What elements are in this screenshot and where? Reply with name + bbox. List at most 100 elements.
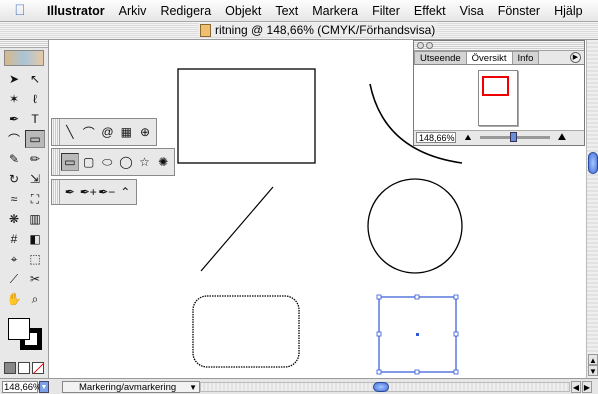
rectangle-shape[interactable]	[177, 68, 316, 164]
rounded-rectangle-shape[interactable]	[192, 295, 300, 368]
navigator-preview[interactable]	[414, 65, 584, 131]
blend-icon: ⬚	[29, 252, 41, 266]
menu-text[interactable]: Text	[268, 0, 305, 22]
scroll-right-arrow-icon[interactable]: ▶	[582, 381, 592, 393]
zoom-dropdown-icon[interactable]: ▼	[39, 381, 49, 393]
toolbox-titlebar[interactable]	[0, 40, 48, 48]
fly-pen-tool-3[interactable]: ⌃	[117, 183, 135, 201]
fill-stroke-control	[4, 316, 44, 356]
zoom-tool[interactable]: ⌕	[25, 290, 45, 308]
type-tool[interactable]: T	[25, 110, 45, 128]
menu-objekt[interactable]: Objekt	[218, 0, 268, 22]
fly-pen-tool-2[interactable]: ✒−	[98, 183, 116, 201]
toolbox-logo[interactable]	[4, 50, 44, 66]
gradient-mode-button[interactable]	[18, 362, 30, 374]
navigator-slider-thumb[interactable]	[510, 132, 517, 142]
graph-tool[interactable]: ▥	[25, 210, 45, 228]
warp-tool[interactable]: ≈	[4, 190, 24, 208]
selected-rectangle[interactable]	[376, 294, 459, 375]
navigator-zoom-field[interactable]: 148,66%	[416, 132, 456, 143]
free-transform-tool[interactable]: ⛶	[25, 190, 45, 208]
pencil-icon: ✏	[29, 152, 41, 166]
navigator-zoom-slider[interactable]	[480, 132, 550, 142]
fly-shape-tool-5[interactable]: ✺	[154, 153, 172, 171]
menu-fonster[interactable]: Fönster	[491, 0, 547, 22]
menu-hjalp[interactable]: Hjälp	[547, 0, 590, 22]
zoom-in-icon[interactable]: ⛰	[553, 132, 571, 143]
zoom-level-field[interactable]: 148,66%	[2, 381, 42, 393]
pen-tool[interactable]: ✒	[4, 110, 24, 128]
scissors-tool[interactable]: ✂	[25, 270, 45, 288]
document-title-text: ritning @ 148,66% (CMYK/Förhandsvisa)	[215, 23, 436, 37]
fly-shape-tool-4[interactable]: ☆	[136, 153, 154, 171]
slice-tool[interactable]: ⟋	[4, 270, 24, 288]
menu-filter[interactable]: Filter	[365, 0, 407, 22]
fly-shape-tool-1[interactable]: ▢	[80, 153, 98, 171]
scale-tool[interactable]: ⇲	[25, 170, 45, 188]
fly-shape-tool-2[interactable]: ⬭	[98, 153, 116, 171]
tab-oversikt[interactable]: Översikt	[465, 51, 513, 64]
menu-redigera[interactable]: Redigera	[153, 0, 218, 22]
navigator-view-box[interactable]	[482, 76, 509, 96]
eyedropper-icon: ⌖	[10, 251, 18, 266]
ellipse-shape[interactable]	[367, 178, 463, 274]
rotate-icon: ↻	[8, 172, 20, 186]
pen-tools-flyout: ✒ ✒+ ✒− ⌃	[51, 179, 137, 205]
symbol-sprayer-tool[interactable]: ❋	[4, 210, 24, 228]
close-icon[interactable]	[417, 42, 424, 49]
fill-swatch[interactable]	[8, 318, 30, 340]
lasso-tool[interactable]: ℓ	[25, 90, 45, 108]
arc-tool[interactable]: ⌒	[4, 130, 24, 148]
fly-pen-tool-1[interactable]: ✒+	[80, 183, 98, 201]
fly-line-tool-0[interactable]: ╲	[61, 123, 79, 141]
gradient-tool[interactable]: ◧	[25, 230, 45, 248]
blend-tool[interactable]: ⬚	[25, 250, 45, 268]
horizontal-scrollbar[interactable]	[200, 382, 570, 392]
paintbrush-tool[interactable]: ✎	[4, 150, 24, 168]
rectangle-tool[interactable]: ▭	[25, 130, 45, 148]
hand-tool[interactable]: ✋	[4, 290, 24, 308]
tab-utseende[interactable]: Utseende	[414, 51, 467, 64]
menu-arkiv[interactable]: Arkiv	[112, 0, 154, 22]
zoom-out-icon[interactable]: ⛰	[459, 133, 477, 143]
status-selector[interactable]: Markering/avmarkering ▼	[62, 381, 200, 393]
fly-shape-tool-3[interactable]: ◯	[117, 153, 135, 171]
document-title-bar[interactable]: ritning @ 148,66% (CMYK/Förhandsvisa)	[0, 22, 598, 40]
menu-markera[interactable]: Markera	[305, 0, 365, 22]
rotate-tool[interactable]: ↻	[4, 170, 24, 188]
pencil-tool[interactable]: ✏	[25, 150, 45, 168]
tab-info[interactable]: Info	[511, 51, 540, 64]
document-icon	[200, 23, 211, 37]
vertical-scrollbar[interactable]: ▲ ▼	[586, 40, 598, 378]
vertical-scroll-thumb[interactable]	[588, 152, 598, 174]
mesh-tool[interactable]: #	[4, 230, 24, 248]
none-mode-button[interactable]	[32, 362, 44, 374]
scroll-left-arrow-icon[interactable]: ◀	[571, 381, 581, 393]
fly-pen-tool-0[interactable]: ✒	[61, 183, 79, 201]
selection-tool[interactable]: ➤	[4, 70, 24, 88]
navigator-titlebar[interactable]	[414, 41, 584, 51]
fly-line-tool-2[interactable]: @	[99, 123, 117, 141]
symbol-sprayer-icon: ❋	[8, 212, 20, 226]
color-mode-button[interactable]	[4, 362, 16, 374]
eyedropper-tool[interactable]: ⌖	[4, 250, 24, 268]
fly-shape-tool-0[interactable]: ▭	[61, 153, 79, 171]
slice-icon: ⟋	[9, 271, 19, 286]
document-title: ritning @ 148,66% (CMYK/Förhandsvisa)	[198, 23, 438, 37]
horizontal-scroll-thumb[interactable]	[373, 382, 389, 392]
menu-app-name[interactable]: Illustrator	[40, 0, 112, 22]
panel-menu-icon[interactable]: ▶	[570, 52, 581, 63]
fly-line-tool-3[interactable]: ▦	[117, 123, 135, 141]
fly-line-tool-4[interactable]: ⊕	[136, 123, 154, 141]
apple-icon[interactable]: 	[0, 2, 40, 19]
scroll-down-arrow-icon[interactable]: ▼	[588, 365, 598, 376]
collapse-icon[interactable]	[426, 42, 433, 49]
line-shape[interactable]	[200, 186, 274, 272]
menu-effekt[interactable]: Effekt	[407, 0, 453, 22]
zoom-icon: ⌕	[31, 291, 39, 306]
magic-wand-tool[interactable]: ✶	[4, 90, 24, 108]
direct-selection-tool[interactable]: ↖	[25, 70, 45, 88]
fly-line-tool-1[interactable]: ⌒	[80, 123, 98, 141]
menu-visa[interactable]: Visa	[453, 0, 491, 22]
scroll-up-arrow-icon[interactable]: ▲	[588, 354, 598, 365]
